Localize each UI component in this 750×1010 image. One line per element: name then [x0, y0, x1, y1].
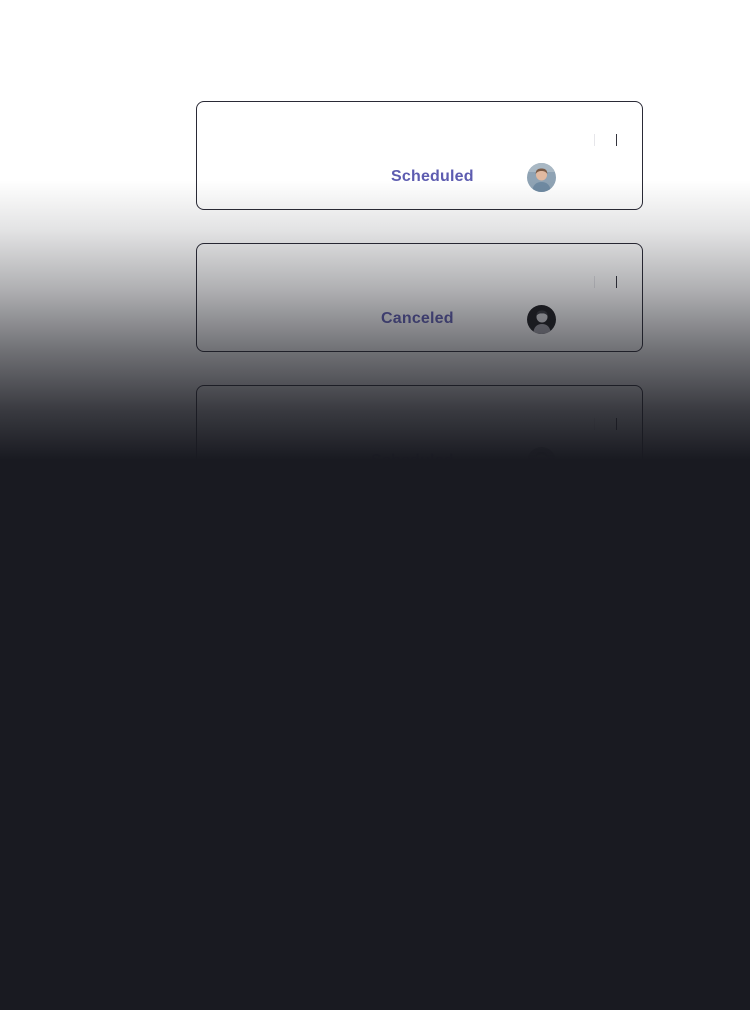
person-avatar-icon	[527, 447, 556, 476]
person-avatar-icon	[527, 305, 556, 334]
appointment-list: Scheduled Canceled Scheduled	[0, 0, 750, 1010]
divider	[594, 276, 595, 288]
divider	[616, 418, 617, 430]
menu-handle-icon[interactable]	[594, 276, 620, 290]
appointment-card[interactable]: Scheduled	[196, 101, 643, 210]
divider	[616, 276, 617, 288]
appointment-card[interactable]: Canceled	[196, 243, 643, 352]
appointment-card[interactable]: Scheduled	[196, 385, 643, 494]
divider	[594, 134, 595, 146]
person-avatar-icon	[527, 163, 556, 192]
status-badge: Canceled	[381, 310, 454, 327]
avatar[interactable]	[527, 163, 556, 192]
menu-handle-icon[interactable]	[594, 134, 620, 148]
avatar[interactable]	[527, 447, 556, 476]
divider	[616, 134, 617, 146]
status-badge: Scheduled	[371, 452, 454, 469]
menu-handle-icon[interactable]	[594, 418, 620, 432]
avatar[interactable]	[527, 305, 556, 334]
status-badge: Scheduled	[391, 168, 474, 185]
divider	[594, 418, 595, 430]
